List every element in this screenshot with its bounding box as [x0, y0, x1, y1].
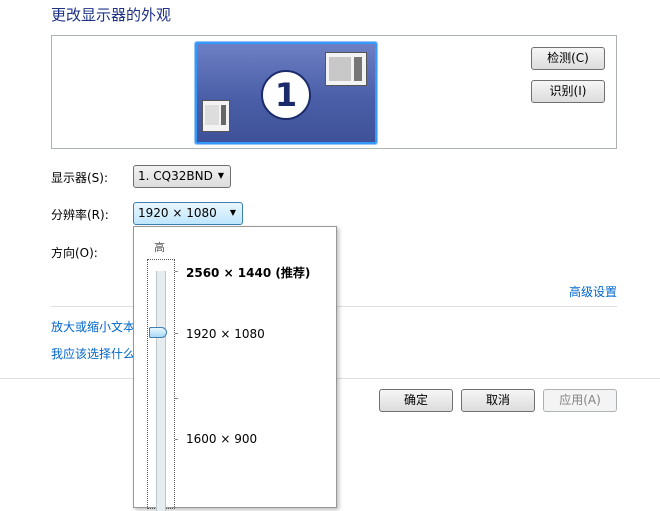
advanced-settings-link[interactable]: 高级设置 [569, 283, 617, 300]
resolution-select-value: 1920 × 1080 [138, 206, 217, 220]
resolution-slider-track[interactable] [156, 271, 166, 511]
resolution-option[interactable]: 1600 × 900 [186, 432, 257, 446]
resolution-option[interactable]: 1920 × 1080 [186, 327, 265, 341]
resolution-select[interactable]: 1920 × 1080 ▼ [133, 202, 243, 225]
display-select[interactable]: 1. CQ32BND ▼ [133, 165, 231, 188]
slider-tick [175, 271, 178, 272]
slider-tick [175, 333, 178, 334]
text-size-link[interactable]: 放大或缩小文本 [51, 318, 135, 335]
chevron-down-icon: ▼ [229, 208, 236, 217]
slider-tick [175, 398, 178, 399]
slider-high-label: 高 [154, 241, 165, 254]
resolution-slider-thumb[interactable] [149, 327, 167, 338]
orientation-label: 方向(O): [51, 246, 98, 260]
monitor-1-preview[interactable]: 1 [195, 42, 377, 144]
mini-window-icon [325, 52, 367, 86]
slider-tick [175, 439, 178, 440]
page-title: 更改显示器的外观 [51, 6, 172, 24]
display-select-value: 1. CQ32BND [138, 169, 213, 183]
monitor-number: 1 [274, 76, 298, 114]
identify-button[interactable]: 识别(I) [531, 80, 605, 103]
ok-button[interactable]: 确定 [379, 389, 453, 412]
display-label: 显示器(S): [51, 171, 109, 185]
mini-desktop-icon [202, 100, 230, 132]
apply-button[interactable]: 应用(A) [543, 389, 617, 412]
cancel-button[interactable]: 取消 [461, 389, 535, 412]
detect-button[interactable]: 检测(C) [531, 47, 605, 70]
help-choose-link[interactable]: 我应该选择什么 [51, 345, 135, 362]
resolution-label: 分辨率(R): [51, 208, 109, 222]
resolution-dropdown: 高 2560 × 1440 (推荐) 1920 × 1080 1600 × 90… [133, 226, 337, 511]
resolution-option[interactable]: 2560 × 1440 (推荐) [186, 264, 310, 281]
chevron-down-icon: ▼ [217, 171, 224, 180]
